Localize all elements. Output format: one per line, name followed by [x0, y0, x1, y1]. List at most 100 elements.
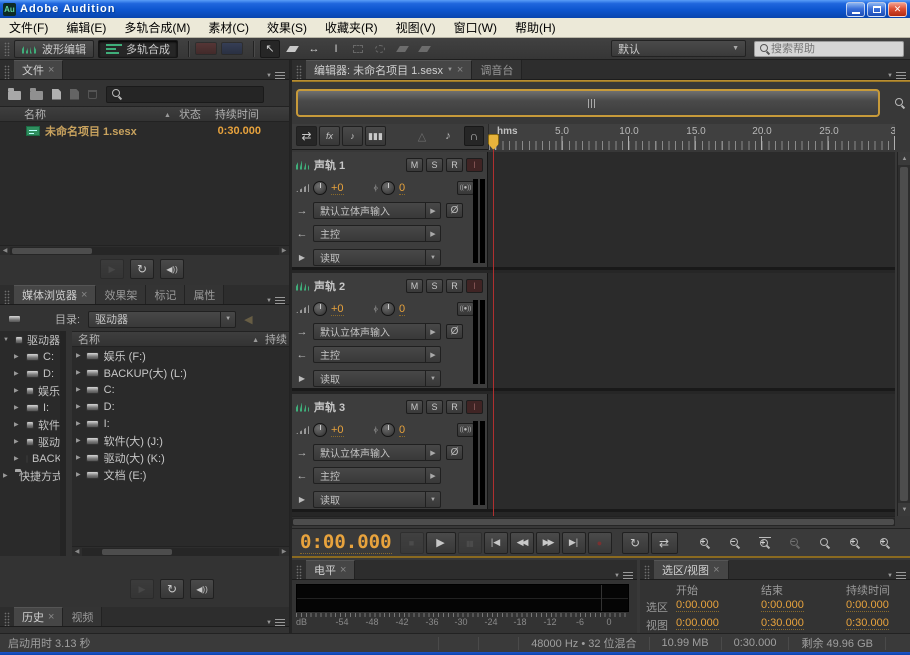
pan-value[interactable]: 0: [399, 303, 405, 316]
menu-file[interactable]: 文件(F): [0, 17, 57, 38]
tab-editor[interactable]: 编辑器: 未命名项目 1.sesx: [306, 60, 472, 79]
zoom-in-amplitude-button[interactable]: +: [752, 532, 778, 554]
multitrack-button[interactable]: 多轨合成: [98, 40, 178, 58]
back-arrow-icon[interactable]: ◀: [244, 313, 252, 326]
fast-forward-button[interactable]: [536, 532, 560, 554]
volume-value[interactable]: +0: [331, 182, 344, 195]
spectral-view-button[interactable]: [221, 42, 243, 55]
track-row[interactable]: 声轨 2 M S R I +0 ‹|› 0: [292, 273, 895, 391]
drive-row[interactable]: ▶D:: [72, 398, 289, 415]
snap-magnet-icon[interactable]: [464, 126, 484, 146]
track-row[interactable]: 声轨 1 M S R I +0 ‹|› 0: [292, 152, 895, 270]
zoom-out-amplitude-button[interactable]: −: [782, 532, 808, 554]
play-button[interactable]: [426, 532, 456, 554]
drive-row[interactable]: ▶娱乐 (F:): [72, 347, 289, 364]
help-search-box[interactable]: [754, 41, 904, 57]
panel-menu-button[interactable]: [887, 72, 910, 79]
pan-value[interactable]: 0: [399, 182, 405, 195]
scroll-left-icon[interactable]: ◀: [0, 246, 10, 256]
view-duration[interactable]: 0:30.000: [846, 617, 889, 630]
zoom-navigator[interactable]: [296, 89, 880, 117]
monitor-input-button[interactable]: I: [466, 279, 483, 293]
volume-value[interactable]: +0: [331, 424, 344, 437]
auto-play-button[interactable]: [160, 259, 184, 279]
col-name[interactable]: 名称: [24, 106, 46, 122]
solo-button[interactable]: S: [426, 158, 443, 172]
record-button[interactable]: [588, 532, 612, 554]
zoom-navigator-reset-icon[interactable]: [894, 97, 906, 109]
metronome-icon[interactable]: [412, 126, 432, 146]
lasso-tool-button[interactable]: [370, 40, 390, 58]
track-output-dropdown[interactable]: 主控: [313, 467, 441, 484]
track-output-dropdown[interactable]: 主控: [313, 225, 441, 242]
monitor-input-button[interactable]: I: [466, 158, 483, 172]
tree-item[interactable]: ▶软件: [0, 416, 60, 433]
scroll-right-icon[interactable]: ▶: [279, 246, 289, 256]
timeline-ruler[interactable]: hms 5.0 10.0 15.0 20.0 25.0 30: [488, 124, 895, 150]
volume-knob[interactable]: [313, 423, 327, 437]
automation-mode-dropdown[interactable]: 读取: [313, 370, 441, 387]
tab-video[interactable]: 视频: [63, 607, 102, 626]
rewind-button[interactable]: [510, 532, 534, 554]
arm-record-button[interactable]: R: [446, 158, 463, 172]
track-name[interactable]: 声轨 1: [314, 157, 345, 173]
selection-start[interactable]: 0:00.000: [676, 599, 719, 612]
zoom-in-point-button[interactable]: +: [842, 532, 868, 554]
slip-tool-button[interactable]: ↔: [304, 40, 324, 58]
skip-selection-button[interactable]: [651, 532, 678, 554]
tab-files[interactable]: 文件: [14, 60, 63, 79]
selection-duration[interactable]: 0:00.000: [846, 599, 889, 612]
razor-tool-button[interactable]: [282, 40, 302, 58]
collapse-icon[interactable]: ▶: [296, 495, 308, 504]
insert-into-multitrack-icon[interactable]: [70, 89, 79, 100]
tree-item-shortcuts[interactable]: ▶快捷方式: [0, 467, 60, 484]
pan-knob[interactable]: [381, 302, 395, 316]
phase-button[interactable]: Ø: [446, 445, 463, 460]
scroll-down-icon[interactable]: ▼: [898, 503, 910, 516]
tracks-vscrollbar[interactable]: ▲ ▼: [897, 152, 910, 516]
files-search-box[interactable]: [106, 86, 264, 103]
preview-play-button[interactable]: [130, 579, 154, 599]
phase-button[interactable]: Ø: [446, 324, 463, 339]
pan-value[interactable]: 0: [399, 424, 405, 437]
col-name[interactable]: 名称: [78, 331, 100, 347]
arm-record-button[interactable]: R: [446, 279, 463, 293]
files-hscrollbar[interactable]: ◀ ▶: [0, 245, 289, 255]
zoom-reset-button[interactable]: [812, 532, 838, 554]
panel-menu-button[interactable]: [887, 572, 910, 579]
effects-button[interactable]: fx: [319, 126, 340, 146]
loop-preview-button[interactable]: [130, 259, 154, 279]
collapse-icon[interactable]: ▶: [296, 253, 308, 262]
selection-end[interactable]: 0:00.000: [761, 599, 804, 612]
tab-history[interactable]: 历史: [14, 607, 63, 626]
tree-item[interactable]: ▶C:: [0, 348, 60, 365]
tab-levels[interactable]: 电平: [306, 560, 355, 579]
close-icon[interactable]: [81, 289, 87, 301]
drive-row[interactable]: ▶BACKUP(大) (L:): [72, 364, 289, 381]
drive-row[interactable]: ▶软件(大) (J:): [72, 432, 289, 449]
eraser-tool-button[interactable]: [414, 40, 434, 58]
tree-item[interactable]: ▶驱动: [0, 433, 60, 450]
solo-button[interactable]: S: [426, 400, 443, 414]
track-input-dropdown[interactable]: 默认立体声输入: [313, 323, 441, 340]
directory-dropdown[interactable]: 驱动器: [88, 311, 236, 328]
trash-icon[interactable]: [88, 90, 97, 99]
menu-edit[interactable]: 编辑(E): [57, 17, 115, 38]
solo-button[interactable]: S: [426, 279, 443, 293]
track-input-dropdown[interactable]: 默认立体声输入: [313, 444, 441, 461]
new-file-icon[interactable]: [52, 89, 61, 100]
tree-item[interactable]: ▶I:: [0, 399, 60, 416]
close-icon[interactable]: [713, 564, 719, 576]
volume-knob[interactable]: [313, 181, 327, 195]
restore-button[interactable]: [867, 2, 886, 17]
menu-favorites[interactable]: 收藏夹(R): [316, 17, 387, 38]
zoom-selection-button[interactable]: +: [902, 532, 910, 554]
tree-item[interactable]: ▶D:: [0, 365, 60, 382]
tab-mixer[interactable]: 调音台: [472, 60, 522, 79]
pan-knob[interactable]: [381, 423, 395, 437]
close-icon[interactable]: [48, 611, 54, 623]
phase-button[interactable]: Ø: [446, 203, 463, 218]
collapse-icon[interactable]: ▶: [296, 374, 308, 383]
minimize-button[interactable]: [846, 2, 865, 17]
waveform-editor-button[interactable]: 波形编辑: [14, 40, 94, 58]
